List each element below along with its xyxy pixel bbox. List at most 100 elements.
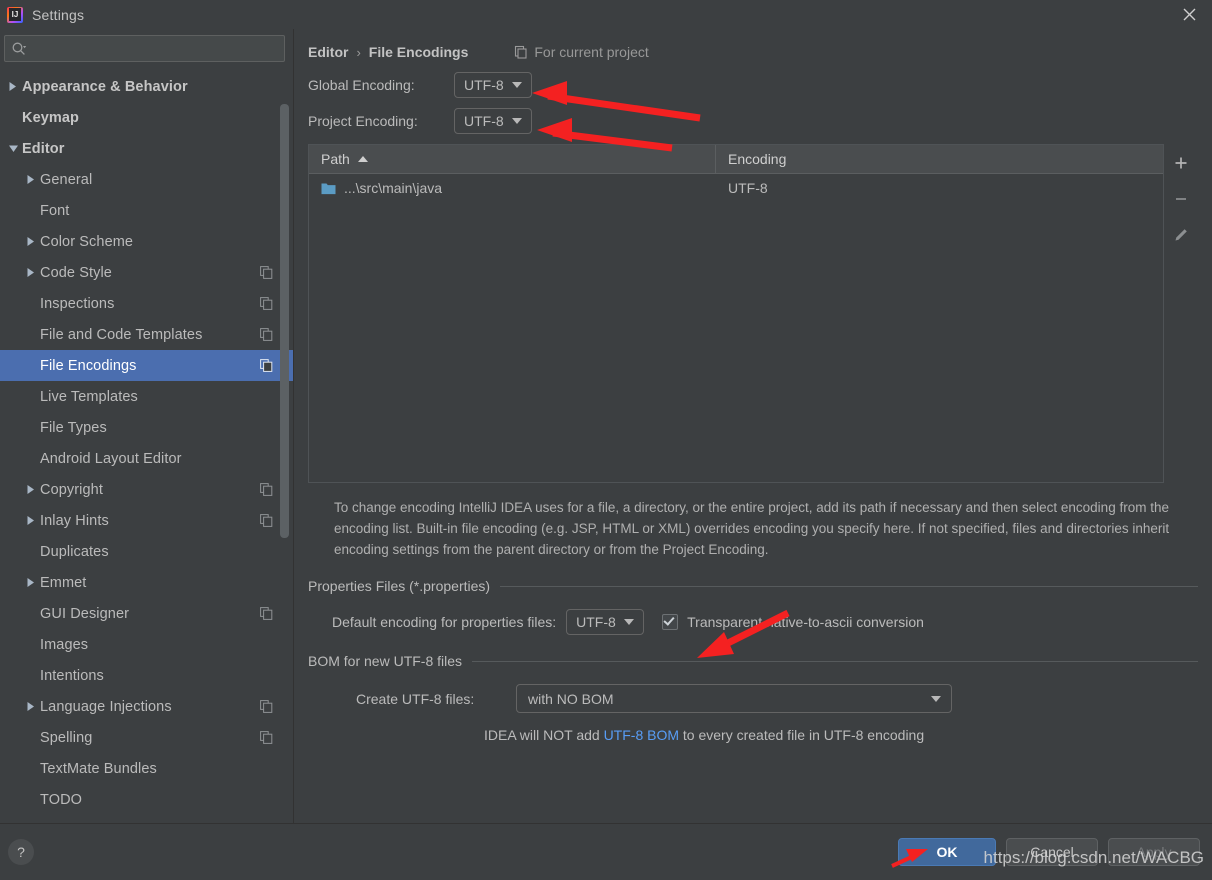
table-cell-path-label: ...\src\main\java	[344, 180, 443, 196]
breadcrumb-current: File Encodings	[368, 44, 469, 60]
sidebar-item-intentions[interactable]: Intentions	[0, 660, 293, 691]
project-scope-badge-icon	[260, 328, 273, 341]
table-toolbar	[1164, 144, 1198, 483]
sidebar-item-file-and-code-templates[interactable]: File and Code Templates	[0, 319, 293, 350]
project-encoding-combo[interactable]: UTF-8	[454, 108, 532, 134]
dialog-body: Appearance & Behavior Keymap Editor General…	[0, 29, 1212, 823]
table-body: ...\src\main\java UTF-8	[309, 174, 1163, 482]
table-cell-encoding[interactable]: UTF-8	[716, 180, 1163, 196]
remove-entry-button[interactable]	[1166, 184, 1196, 214]
sidebar-item-label: Appearance & Behavior	[22, 78, 188, 95]
search-input[interactable]	[27, 40, 278, 57]
sidebar-item-label: Font	[40, 202, 70, 219]
breadcrumb-separator: ›	[356, 44, 361, 60]
column-header-path[interactable]: Path	[309, 145, 716, 173]
project-scope-badge-icon	[260, 483, 273, 496]
chevron-right-icon[interactable]	[22, 236, 40, 247]
sidebar-item-language-injections[interactable]: Language Injections	[0, 691, 293, 722]
sidebar-item-appearance-behavior[interactable]: Appearance & Behavior	[0, 71, 293, 102]
table-header-row: Path Encoding	[309, 145, 1163, 174]
sidebar-item-general[interactable]: General	[0, 164, 293, 195]
sidebar-item-live-templates[interactable]: Live Templates	[0, 381, 293, 412]
sidebar-item-label: Images	[40, 636, 89, 653]
table-row[interactable]: ...\src\main\java UTF-8	[309, 174, 1163, 202]
sidebar-item-label: Language Injections	[40, 698, 172, 715]
sidebar-item-label: Keymap	[22, 109, 80, 126]
sidebar-item-label: Editor	[22, 140, 65, 157]
project-scope-badge-icon	[260, 359, 273, 372]
edit-entry-button[interactable]	[1166, 220, 1196, 250]
settings-dialog: Settings	[0, 0, 1212, 880]
sidebar-item-file-encodings[interactable]: File Encodings	[0, 350, 293, 381]
sidebar-item-font[interactable]: Font	[0, 195, 293, 226]
sidebar-item-file-types[interactable]: File Types	[0, 412, 293, 443]
add-entry-button[interactable]	[1166, 148, 1196, 178]
bom-note-suffix: to every created file in UTF-8 encoding	[679, 727, 925, 743]
sidebar-item-gui-designer[interactable]: GUI Designer	[0, 598, 293, 629]
bom-note-prefix: IDEA will NOT add	[484, 727, 604, 743]
sidebar-item-duplicates[interactable]: Duplicates	[0, 536, 293, 567]
transparent-conversion-checkbox-row[interactable]: Transparent native-to-ascii conversion	[662, 614, 924, 630]
chevron-right-icon[interactable]	[22, 515, 40, 526]
sidebar-item-textmate-bundles[interactable]: TextMate Bundles	[0, 753, 293, 784]
bom-group-label: BOM for new UTF-8 files	[308, 653, 463, 669]
settings-tree[interactable]: Appearance & Behavior Keymap Editor General…	[0, 69, 293, 823]
default-properties-encoding-value: UTF-8	[576, 614, 616, 630]
bom-note: IDEA will NOT add UTF-8 BOM to every cre…	[308, 727, 1198, 743]
chevron-right-icon[interactable]	[4, 81, 22, 92]
sidebar-item-label: Color Scheme	[40, 233, 134, 250]
default-properties-encoding-combo[interactable]: UTF-8	[566, 609, 645, 635]
bom-group-title: BOM for new UTF-8 files	[308, 652, 1198, 670]
sidebar-item-editor[interactable]: Editor	[0, 133, 293, 164]
chevron-right-icon[interactable]	[22, 484, 40, 495]
table-cell-path: ...\src\main\java	[309, 180, 716, 196]
project-scope-badge-icon	[260, 700, 273, 713]
sidebar-item-inlay-hints[interactable]: Inlay Hints	[0, 505, 293, 536]
ok-button[interactable]: OK	[898, 838, 996, 866]
chevron-right-icon[interactable]	[22, 174, 40, 185]
sidebar-item-label: Emmet	[40, 574, 87, 591]
settings-sidebar: Appearance & Behavior Keymap Editor General…	[0, 29, 294, 823]
breadcrumb-parent[interactable]: Editor	[308, 44, 348, 60]
sidebar-item-keymap[interactable]: Keymap	[0, 102, 293, 133]
search-icon	[11, 41, 27, 57]
project-encoding-value: UTF-8	[464, 113, 504, 129]
search-area	[0, 29, 293, 69]
sidebar-item-images[interactable]: Images	[0, 629, 293, 660]
chevron-down-icon[interactable]	[4, 144, 22, 154]
folder-icon	[321, 182, 336, 195]
sidebar-item-todo[interactable]: TODO	[0, 784, 293, 815]
chevron-right-icon[interactable]	[22, 701, 40, 712]
encodings-table-block: Path Encoding ...\src\main\java UTF-8	[308, 144, 1198, 483]
project-scope-badge-icon	[260, 731, 273, 744]
sidebar-item-label: GUI Designer	[40, 605, 130, 622]
chevron-right-icon[interactable]	[22, 577, 40, 588]
sidebar-item-label: Code Style	[40, 264, 112, 281]
transparent-conversion-label: Transparent native-to-ascii conversion	[687, 614, 924, 630]
global-encoding-row: Global Encoding: UTF-8	[308, 71, 1198, 99]
scope-indicator: For current project	[514, 44, 649, 60]
main-panel: Editor › File Encodings For current proj…	[294, 29, 1212, 823]
create-utf8-files-row: Create UTF-8 files: with NO BOM	[308, 684, 1198, 713]
sidebar-item-inspections[interactable]: Inspections	[0, 288, 293, 319]
sidebar-item-copyright[interactable]: Copyright	[0, 474, 293, 505]
sidebar-item-android-layout-editor[interactable]: Android Layout Editor	[0, 443, 293, 474]
bom-note-link[interactable]: UTF-8 BOM	[604, 727, 679, 743]
encodings-table: Path Encoding ...\src\main\java UTF-8	[308, 144, 1164, 483]
transparent-conversion-checkbox[interactable]	[662, 614, 679, 630]
chevron-right-icon[interactable]	[22, 267, 40, 278]
global-encoding-combo[interactable]: UTF-8	[454, 72, 532, 98]
sidebar-item-color-scheme[interactable]: Color Scheme	[0, 226, 293, 257]
sidebar-item-spelling[interactable]: Spelling	[0, 722, 293, 753]
column-header-encoding[interactable]: Encoding	[716, 145, 1163, 173]
search-box[interactable]	[4, 35, 285, 62]
sidebar-item-label: Copyright	[40, 481, 103, 498]
close-icon[interactable]	[1166, 0, 1212, 29]
chevron-down-icon	[931, 695, 941, 702]
help-button[interactable]: ?	[8, 839, 34, 865]
sidebar-item-emmet[interactable]: Emmet	[0, 567, 293, 598]
sidebar-item-code-style[interactable]: Code Style	[0, 257, 293, 288]
create-utf8-files-value: with NO BOM	[528, 690, 614, 707]
create-utf8-files-combo[interactable]: with NO BOM	[516, 684, 952, 713]
group-divider	[500, 585, 1198, 587]
